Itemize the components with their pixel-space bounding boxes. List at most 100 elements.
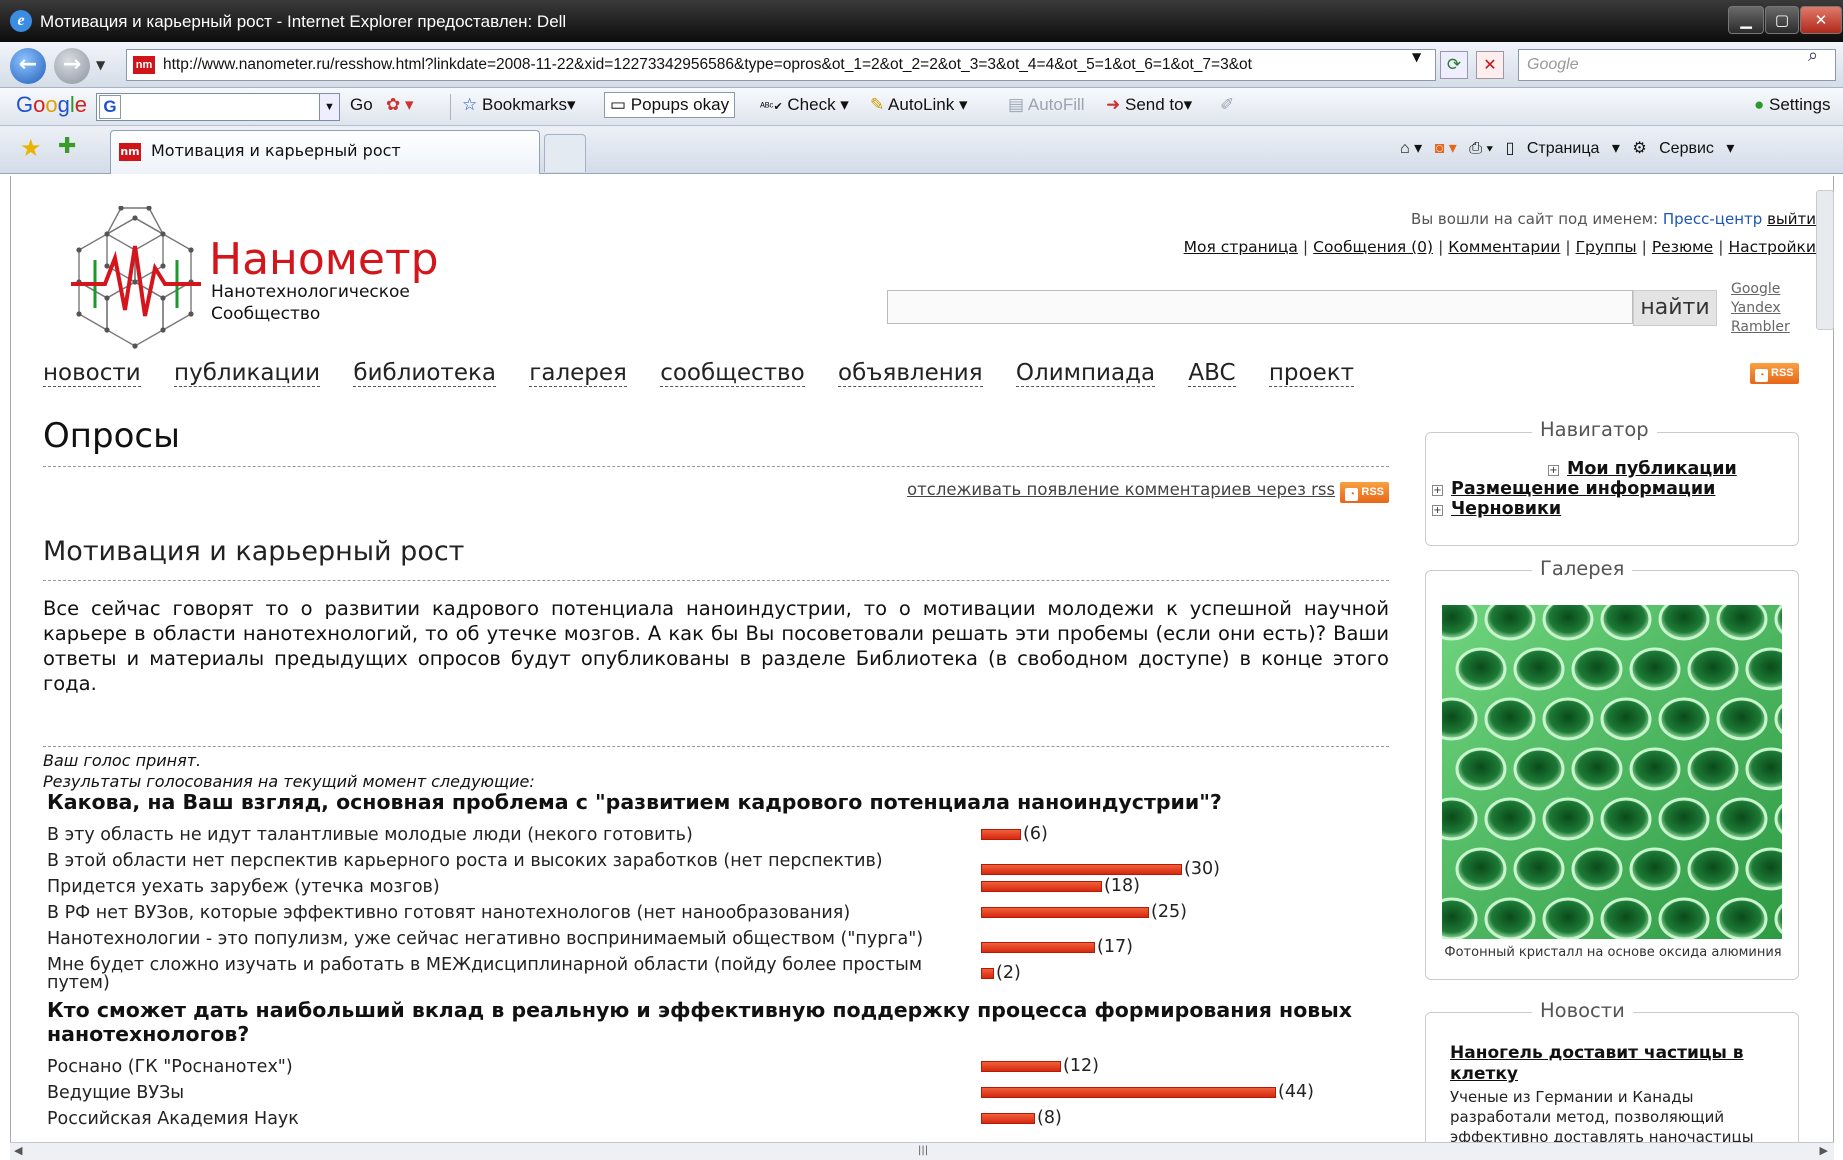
user-menu-settings[interactable]: Настройки bbox=[1728, 238, 1816, 256]
crystal-pore bbox=[1629, 847, 1681, 891]
rss-comments-link[interactable]: отслеживать появление комментариев через… bbox=[907, 480, 1389, 503]
navigator-item-my-publications[interactable]: + Мои публикации bbox=[1548, 459, 1737, 479]
forward-button[interactable]: → bbox=[54, 48, 90, 84]
popups-button[interactable]: ▭ Popups okay bbox=[604, 92, 736, 118]
go-button[interactable]: Go bbox=[350, 95, 373, 115]
nav-publications[interactable]: публикации bbox=[174, 360, 321, 387]
rss-icon: ◔ bbox=[1755, 369, 1768, 382]
settings-button[interactable]: ● Settings bbox=[1754, 95, 1830, 115]
expand-plus-icon[interactable]: + bbox=[1432, 485, 1443, 496]
autolink-button[interactable]: ✎ AutoLink ▾ bbox=[870, 95, 967, 115]
refresh-button[interactable]: ⟳ bbox=[1440, 51, 1468, 79]
tools-menu[interactable]: ⚙ Сервис ▾ bbox=[1632, 140, 1734, 157]
scroll-left-arrow-icon[interactable]: ◀ bbox=[14, 1144, 22, 1157]
search-icon[interactable]: ⌕ bbox=[1808, 45, 1818, 66]
url-input[interactable]: nm http://www.nanometer.ru/resshow.html?… bbox=[126, 49, 1436, 81]
google-search-dropdown[interactable]: ▼ bbox=[319, 94, 339, 120]
maximize-button[interactable]: ▢ bbox=[1765, 6, 1799, 34]
add-favorite-icon[interactable]: ✚ bbox=[58, 134, 76, 159]
navigator-box: Навигатор + Мои публикации + Размещение ин… bbox=[1425, 418, 1799, 546]
stop-button[interactable]: ✕ bbox=[1476, 51, 1504, 79]
user-menu-messages[interactable]: Сообщения (0) bbox=[1313, 238, 1433, 256]
scroll-right-arrow-icon[interactable]: ▶ bbox=[1820, 1144, 1828, 1157]
crystal-pore bbox=[1658, 897, 1710, 939]
user-menu-my-page[interactable]: Моя страница bbox=[1184, 238, 1298, 256]
google-toolbar-search-input[interactable]: G ▼ bbox=[96, 93, 340, 121]
close-button[interactable]: ✕ bbox=[1800, 6, 1842, 34]
tab-bar: ★ ✚ nm Мотивация и карьерный рост ⌂ ▾ ◙ … bbox=[0, 126, 1843, 174]
poll-question: Кто сможет дать наибольший вклад в реаль… bbox=[47, 998, 1353, 1046]
navigator-item-label[interactable]: Черновики bbox=[1451, 499, 1561, 519]
google-logo[interactable]: Google bbox=[16, 92, 87, 118]
engine-yandex-link[interactable]: Yandex bbox=[1731, 299, 1790, 318]
news-headline-link[interactable]: Наногель доставит частицы в клетку bbox=[1450, 1043, 1770, 1085]
home-icon[interactable]: ⌂ ▾ bbox=[1400, 140, 1422, 157]
browser-search-input[interactable]: Google bbox=[1518, 49, 1836, 81]
crystal-pore bbox=[1484, 797, 1536, 841]
rss-badge-top[interactable]: ◔ RSS bbox=[1750, 363, 1799, 384]
send-to-button[interactable]: ➜ Send to▾ bbox=[1106, 95, 1192, 115]
autofill-button[interactable]: ▤ AutoFill bbox=[1008, 95, 1085, 115]
result-bar bbox=[981, 1113, 1035, 1124]
history-dropdown[interactable]: ▼ bbox=[96, 58, 105, 72]
search-button[interactable]: найти bbox=[1633, 290, 1717, 326]
navigator-item-drafts[interactable]: + Черновики bbox=[1432, 499, 1561, 519]
login-username-link[interactable]: Пресс-центр bbox=[1663, 210, 1762, 228]
page-menu[interactable]: ▯ Страница ▾ bbox=[1506, 140, 1620, 157]
user-menu-resume[interactable]: Резюме bbox=[1652, 238, 1713, 256]
back-button[interactable]: ← bbox=[10, 48, 46, 84]
nav-library[interactable]: библиотека bbox=[353, 360, 496, 387]
rss-label: RSS bbox=[1771, 367, 1794, 379]
toolbar-separator bbox=[450, 94, 451, 120]
poll-title: Мотивация и карьерный рост bbox=[43, 536, 465, 567]
navigator-item-posting[interactable]: + Размещение информации bbox=[1432, 479, 1715, 499]
nanometer-logo-icon[interactable] bbox=[65, 206, 205, 352]
nav-news[interactable]: новости bbox=[43, 360, 141, 387]
tab-active[interactable]: nm Мотивация и карьерный рост bbox=[110, 130, 540, 174]
crystal-pore bbox=[1745, 747, 1782, 791]
navigator-item-label[interactable]: Размещение информации bbox=[1451, 479, 1715, 499]
page-icon: ▯ bbox=[1505, 140, 1515, 157]
gallery-image[interactable] bbox=[1442, 605, 1782, 939]
expand-plus-icon[interactable]: + bbox=[1432, 505, 1443, 516]
favorites-star-icon[interactable]: ★ bbox=[20, 134, 42, 162]
result-count: (6) bbox=[1023, 824, 1048, 844]
rss-comments-text[interactable]: отслеживать появление комментариев через… bbox=[907, 480, 1335, 499]
expand-plus-icon[interactable]: + bbox=[1548, 465, 1559, 476]
navigator-item-label[interactable]: Мои публикации bbox=[1567, 459, 1737, 479]
nav-announcements[interactable]: объявления bbox=[838, 360, 983, 387]
bookmarks-button[interactable]: ☆ Bookmarks▾ bbox=[462, 95, 576, 115]
new-tab-button[interactable] bbox=[544, 134, 586, 172]
logo-title[interactable]: Нанометр bbox=[209, 234, 439, 285]
nav-abc[interactable]: ABC bbox=[1188, 360, 1236, 387]
user-menu-comments[interactable]: Комментарии bbox=[1448, 238, 1560, 256]
spell-check-button[interactable]: ᴬᴮᶜ✔ Check ▾ bbox=[760, 95, 849, 115]
crystal-pore bbox=[1600, 897, 1652, 939]
nav-community[interactable]: сообщество bbox=[660, 360, 805, 387]
site-search-input[interactable] bbox=[887, 290, 1633, 324]
vote-accepted-text: Ваш голос принят. bbox=[43, 751, 202, 770]
engine-rambler-link[interactable]: Rambler bbox=[1731, 318, 1790, 337]
scrollbar-grip[interactable]: ||| bbox=[918, 1145, 928, 1156]
user-menu-groups[interactable]: Группы bbox=[1576, 238, 1637, 256]
result-bar bbox=[981, 881, 1102, 892]
engine-google-link[interactable]: Google bbox=[1731, 280, 1790, 299]
minimize-button[interactable]: ▁ bbox=[1728, 6, 1764, 34]
ie-icon: e bbox=[10, 10, 32, 32]
puzzle-icon[interactable]: ✿ ▾ bbox=[386, 95, 414, 115]
result-count: (30) bbox=[1184, 859, 1220, 879]
horizontal-scrollbar[interactable]: ◀ ||| ▶ bbox=[10, 1142, 1834, 1160]
crystal-pore bbox=[1716, 605, 1768, 641]
nav-gallery[interactable]: галерея bbox=[529, 360, 627, 387]
highlighter-icon[interactable]: ✐ bbox=[1220, 95, 1234, 115]
nav-project[interactable]: проект bbox=[1268, 360, 1355, 387]
rss-feed-icon[interactable]: ◙ ▾ bbox=[1435, 140, 1457, 157]
nav-olympiad[interactable]: Олимпиада bbox=[1015, 360, 1156, 387]
vertical-scrollbar-thumb[interactable] bbox=[1816, 190, 1834, 330]
logout-link[interactable]: выйти bbox=[1767, 210, 1816, 228]
rss-badge-comments[interactable]: ◔ RSS bbox=[1340, 482, 1389, 503]
url-dropdown[interactable]: ▼ bbox=[1412, 50, 1421, 64]
print-icon[interactable]: ⎙ ▾ bbox=[1469, 140, 1493, 157]
crystal-pore bbox=[1542, 897, 1594, 939]
crystal-pore bbox=[1484, 605, 1536, 641]
